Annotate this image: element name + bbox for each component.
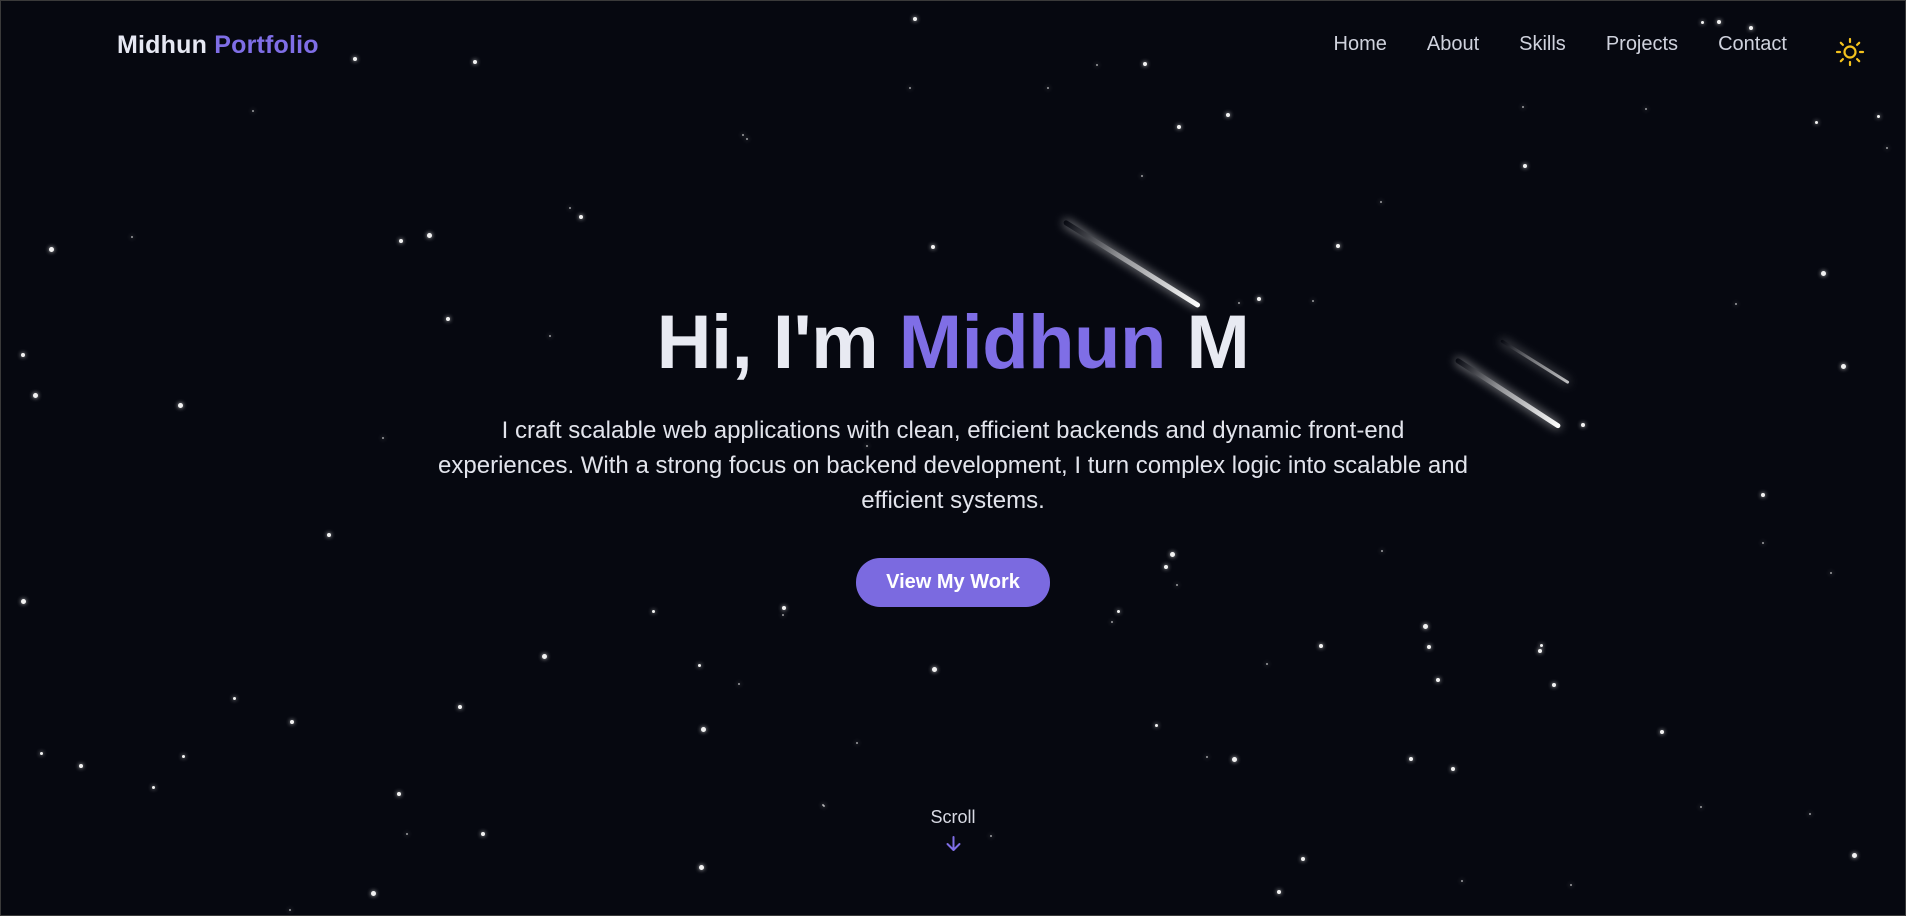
hero-title-name: Midhun	[898, 300, 1167, 385]
hero-title-prefix: Hi, I'm	[656, 300, 879, 385]
nav-link-home[interactable]: Home	[1334, 33, 1387, 56]
star-dot	[290, 720, 294, 724]
star-dot	[1422, 623, 1428, 629]
star-dot	[1301, 857, 1305, 861]
star-dot	[1552, 683, 1556, 687]
star-dot	[782, 606, 786, 610]
brand-logo[interactable]: Midhun Portfolio	[117, 31, 319, 60]
star-dot	[1436, 678, 1440, 682]
star-dot	[1319, 644, 1323, 648]
star-dot	[1523, 164, 1527, 168]
brand-suffix: Portfolio	[214, 31, 319, 59]
nav-links: Home About Skills Projects Contact	[1334, 33, 1787, 56]
sun-icon	[1835, 37, 1865, 67]
star-dot	[426, 232, 432, 238]
star-dot	[1154, 723, 1158, 727]
scroll-indicator[interactable]: Scroll	[930, 807, 976, 854]
star-dot	[1205, 755, 1209, 759]
star-dot	[1569, 883, 1573, 887]
star-dot	[1409, 757, 1413, 761]
shooting-star	[1062, 219, 1202, 309]
hero-section: Hi, I'm Midhun M I craft scalable web ap…	[1, 301, 1905, 607]
star-dot	[481, 832, 485, 836]
nav-link-contact[interactable]: Contact	[1718, 33, 1787, 56]
star-dot	[370, 890, 376, 896]
star-dot	[288, 908, 292, 912]
star-dot	[931, 666, 937, 672]
star-dot	[541, 653, 547, 659]
star-dot	[1521, 105, 1525, 109]
star-dot	[1876, 114, 1880, 118]
star-dot	[745, 137, 749, 141]
star-dot	[821, 803, 825, 807]
star-dot	[855, 741, 859, 745]
star-dot	[1265, 662, 1269, 666]
star-dot	[1644, 107, 1648, 111]
star-dot	[1851, 852, 1857, 858]
star-dot	[741, 133, 745, 137]
portfolio-page: Midhun Portfolio Home About Skills Proje…	[0, 0, 1906, 916]
nav-link-about[interactable]: About	[1427, 33, 1479, 56]
star-dot	[1277, 890, 1281, 894]
star-dot	[181, 754, 185, 758]
nav-link-projects[interactable]: Projects	[1606, 33, 1678, 56]
star-dot	[39, 751, 43, 755]
star-dot	[1451, 767, 1455, 771]
star-dot	[1699, 805, 1703, 809]
arrow-down-icon	[945, 836, 960, 851]
star-dot	[1660, 730, 1664, 734]
star-dot	[79, 764, 83, 768]
star-dot	[1820, 270, 1826, 276]
star-dot	[1538, 649, 1542, 653]
hero-title: Hi, I'm Midhun M	[1, 301, 1905, 385]
nav-link-skills[interactable]: Skills	[1519, 33, 1566, 56]
star-dot	[1885, 146, 1889, 150]
star-dot	[700, 726, 706, 732]
star-dot	[698, 864, 704, 870]
star-dot	[568, 206, 572, 210]
star-dot	[1539, 643, 1543, 647]
star-dot	[822, 804, 826, 808]
star-dot	[151, 785, 155, 789]
star-dot	[1231, 756, 1237, 762]
star-dot	[232, 696, 236, 700]
star-dot	[1427, 645, 1431, 649]
star-dot	[1814, 120, 1818, 124]
star-dot	[1177, 125, 1181, 129]
star-dot	[251, 109, 255, 113]
scroll-label: Scroll	[930, 807, 976, 827]
star-dot	[1110, 620, 1114, 624]
star-dot	[1808, 812, 1812, 816]
star-dot	[737, 682, 741, 686]
star-dot	[399, 239, 403, 243]
star-dot	[1379, 200, 1383, 204]
star-dot	[579, 215, 583, 219]
star-dot	[130, 235, 134, 239]
star-dot	[1140, 174, 1144, 178]
star-dot	[989, 834, 993, 838]
star-dot	[781, 613, 785, 617]
star-dot	[931, 245, 935, 249]
star-dot	[1460, 879, 1464, 883]
star-dot	[1226, 113, 1230, 117]
view-my-work-button[interactable]: View My Work	[856, 557, 1050, 607]
top-navbar: Midhun Portfolio Home About Skills Proje…	[1, 1, 1905, 91]
theme-toggle-button[interactable]	[1835, 37, 1865, 67]
star-dot	[697, 663, 701, 667]
star-dot	[405, 832, 409, 836]
hero-title-suffix: M	[1186, 300, 1250, 385]
star-dot	[397, 792, 401, 796]
star-dot	[458, 705, 462, 709]
star-dot	[1336, 244, 1340, 248]
brand-name: Midhun	[117, 31, 208, 59]
star-dot	[1116, 609, 1120, 613]
star-dot	[48, 246, 54, 252]
hero-description: I craft scalable web applications with c…	[438, 416, 1468, 514]
star-dot	[651, 609, 655, 613]
